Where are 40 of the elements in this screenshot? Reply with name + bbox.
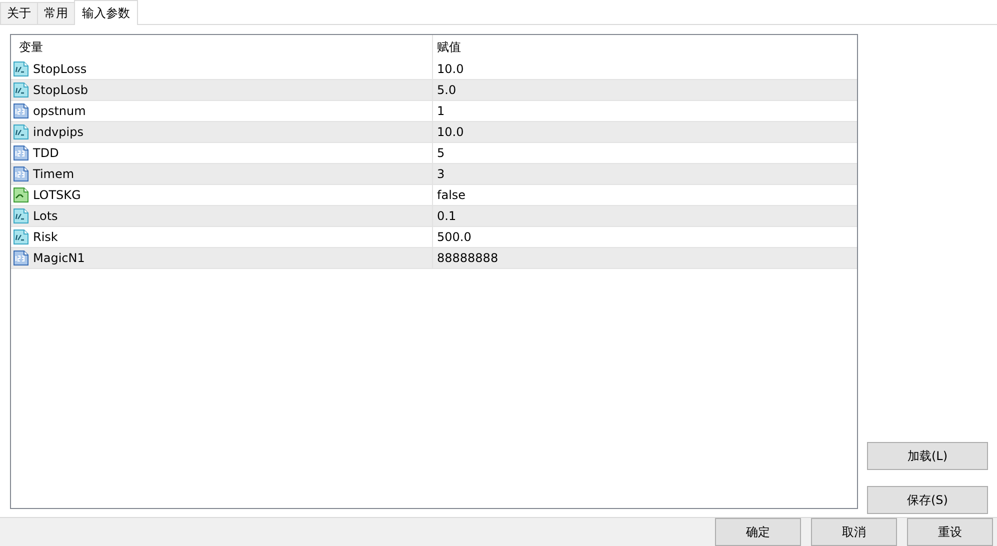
parameter-name: LOTSKG — [33, 187, 81, 204]
double-type-icon — [13, 82, 29, 98]
parameter-value[interactable]: 500.0 — [437, 228, 472, 246]
integer-type-icon — [13, 250, 29, 266]
side-button[interactable]: 保存(S) — [867, 486, 988, 514]
parameter-value[interactable]: 88888888 — [437, 249, 498, 267]
parameter-value[interactable]: 10.0 — [437, 123, 464, 141]
parameter-name: StopLosb — [33, 82, 88, 99]
parameter-name: TDD — [33, 145, 59, 162]
parameter-name: StopLoss — [33, 61, 87, 78]
parameter-value[interactable]: false — [437, 186, 466, 204]
tab[interactable]: 关于 — [0, 2, 38, 24]
parameter-value[interactable]: 5 — [437, 144, 445, 162]
parameter-name: opstnum — [33, 103, 86, 120]
column-header: 变量 — [19, 39, 43, 56]
double-type-icon — [13, 208, 29, 224]
dialog-button[interactable]: 确定 — [715, 518, 801, 546]
integer-type-icon — [13, 103, 29, 119]
parameter-name: Timem — [33, 166, 74, 183]
boolean-type-icon — [13, 187, 29, 203]
parameter-value[interactable]: 5.0 — [437, 81, 456, 99]
parameter-name: MagicN1 — [33, 250, 85, 267]
side-button[interactable]: 加载(L) — [867, 442, 988, 470]
dialog-button[interactable]: 重设 — [907, 518, 993, 546]
double-type-icon — [13, 61, 29, 77]
parameter-value[interactable]: 1 — [437, 102, 445, 120]
tab[interactable]: 输入参数 — [74, 0, 138, 25]
tab[interactable]: 常用 — [37, 2, 75, 24]
parameter-name: Lots — [33, 208, 58, 225]
integer-type-icon — [13, 145, 29, 161]
dialog-button[interactable]: 取消 — [811, 518, 897, 546]
parameter-value[interactable]: 3 — [437, 165, 445, 183]
double-type-icon — [13, 124, 29, 140]
column-header: 赋值 — [437, 39, 461, 56]
integer-type-icon — [13, 166, 29, 182]
parameter-value[interactable]: 0.1 — [437, 207, 456, 225]
parameter-name: indvpips — [33, 124, 84, 141]
parameter-value[interactable]: 10.0 — [437, 60, 464, 78]
double-type-icon — [13, 229, 29, 245]
parameter-name: Risk — [33, 229, 58, 246]
